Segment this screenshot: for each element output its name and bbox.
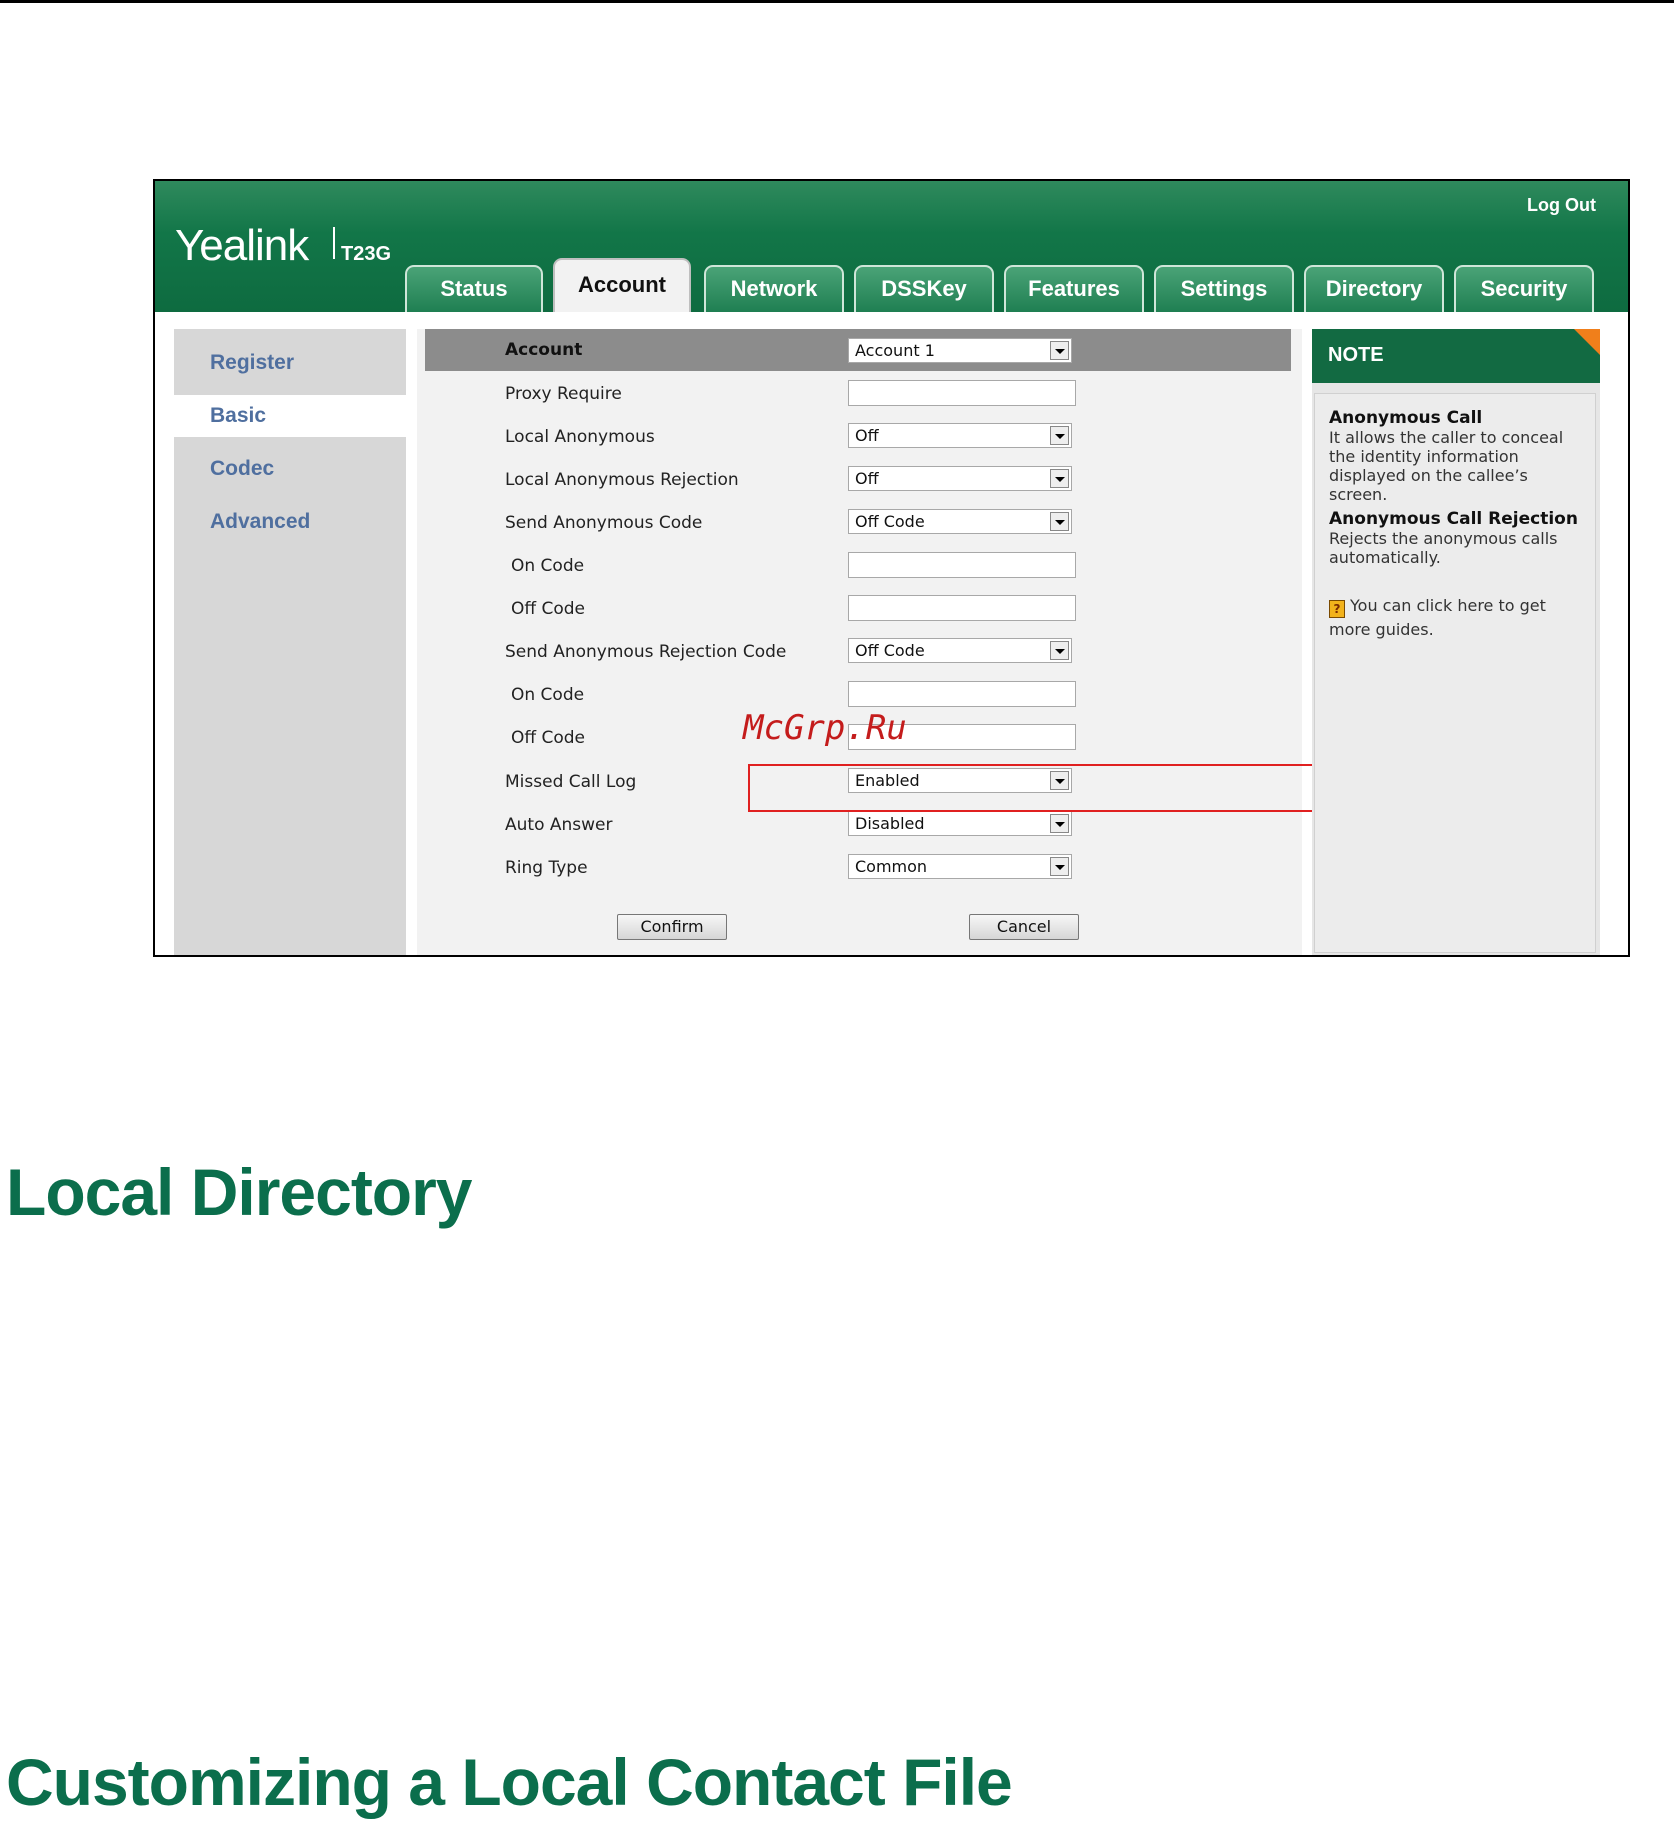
send-anonymous-rejection-code-select[interactable]: Off Code <box>848 638 1072 663</box>
tab-security[interactable]: Security <box>1454 265 1594 312</box>
select-value: Disabled <box>855 814 925 833</box>
logout-link[interactable]: Log Out <box>1527 195 1596 216</box>
select-value: Common <box>855 857 928 876</box>
tab-settings[interactable]: Settings <box>1154 265 1294 312</box>
heading-local-directory: Local Directory <box>6 1155 472 1229</box>
row-label: Ring Type <box>505 858 588 878</box>
chevron-down-icon <box>1050 857 1069 876</box>
select-value: Off <box>855 426 879 445</box>
tab-network[interactable]: Network <box>704 265 844 312</box>
select-value: Off Code <box>855 512 925 531</box>
ring-type-select[interactable]: Common <box>848 854 1072 879</box>
auto-answer-select[interactable]: Disabled <box>848 811 1072 836</box>
row-label: Auto Answer <box>505 815 613 835</box>
note-title: NOTE <box>1312 329 1600 383</box>
note-item-text: It allows the caller to conceal the iden… <box>1329 428 1564 504</box>
cancel-button[interactable]: Cancel <box>969 914 1079 940</box>
model-label: T23G <box>341 243 392 265</box>
account-label: Account <box>505 340 583 360</box>
select-value: Off Code <box>855 641 925 660</box>
on-code-input[interactable] <box>848 552 1076 578</box>
header-bar: Yealink T23G Log Out Status Account Netw… <box>155 181 1628 314</box>
sidebar: Register Basic Codec Advanced <box>174 329 414 955</box>
off-code-input[interactable] <box>848 595 1076 621</box>
yealink-web-ui-screenshot: Yealink T23G Log Out Status Account Netw… <box>153 179 1630 957</box>
note-body: Anonymous Call It allows the caller to c… <box>1314 393 1596 953</box>
brand-logo: Yealink <box>175 221 309 270</box>
logo-separator <box>333 227 335 259</box>
row-label: Send Anonymous Rejection Code <box>505 642 787 662</box>
row-label: Off Code <box>511 599 586 619</box>
chevron-down-icon <box>1050 469 1069 488</box>
local-anonymous-rejection-select[interactable]: Off <box>848 466 1072 491</box>
rejection-on-code-input[interactable] <box>848 681 1076 707</box>
watermark: McGrp.Ru <box>743 708 907 748</box>
row-label: On Code <box>511 685 585 705</box>
top-rule <box>0 0 1674 3</box>
row-label: Send Anonymous Code <box>505 513 703 533</box>
row-label: Local Anonymous <box>505 427 655 447</box>
note-item-title: Anonymous Call <box>1329 408 1483 428</box>
note-item-title: Anonymous Call Rejection <box>1329 509 1578 529</box>
sidebar-item-advanced[interactable]: Advanced <box>174 501 414 543</box>
row-label: Local Anonymous Rejection <box>505 470 739 490</box>
sidebar-item-codec[interactable]: Codec <box>174 448 414 490</box>
help-text: You can click here to get more guides. <box>1329 596 1546 639</box>
help-icon: ? <box>1329 600 1345 618</box>
chevron-down-icon <box>1050 512 1069 531</box>
confirm-button[interactable]: Confirm <box>617 914 727 940</box>
note-panel: NOTE Anonymous Call It allows the caller… <box>1312 329 1600 955</box>
row-label: Proxy Require <box>505 384 622 404</box>
tab-status[interactable]: Status <box>405 265 543 312</box>
local-anonymous-select[interactable]: Off <box>848 423 1072 448</box>
row-label: Off Code <box>511 728 586 748</box>
chevron-down-icon <box>1050 426 1069 445</box>
missed-call-log-highlight <box>748 764 1370 812</box>
chevron-down-icon <box>1050 641 1069 660</box>
sidebar-item-register[interactable]: Register <box>174 342 414 384</box>
tab-dsskey[interactable]: DSSKey <box>854 265 994 312</box>
row-label: Missed Call Log <box>505 772 637 792</box>
note-item-text: Rejects the anonymous calls automaticall… <box>1329 529 1558 567</box>
settings-form: Account Account 1 Proxy Require Local An… <box>417 329 1370 955</box>
tab-account[interactable]: Account <box>553 258 691 314</box>
chevron-down-icon <box>1050 341 1069 360</box>
note-corner <box>1574 329 1600 355</box>
help-link[interactable]: ? You can click here to get more guides. <box>1329 594 1591 641</box>
heading-customizing-local-contact-file: Customizing a Local Contact File <box>6 1745 1013 1819</box>
sidebar-item-basic[interactable]: Basic <box>174 395 414 437</box>
select-value: Off <box>855 469 879 488</box>
page-body: Register Basic Codec Advanced Account Ac… <box>155 312 1628 955</box>
tab-directory[interactable]: Directory <box>1304 265 1444 312</box>
tab-features[interactable]: Features <box>1004 265 1144 312</box>
account-select[interactable]: Account 1 <box>848 338 1072 363</box>
chevron-down-icon <box>1050 814 1069 833</box>
row-label: On Code <box>511 556 585 576</box>
proxy-require-input[interactable] <box>848 380 1076 406</box>
account-value: Account 1 <box>855 341 935 360</box>
send-anonymous-code-select[interactable]: Off Code <box>848 509 1072 534</box>
